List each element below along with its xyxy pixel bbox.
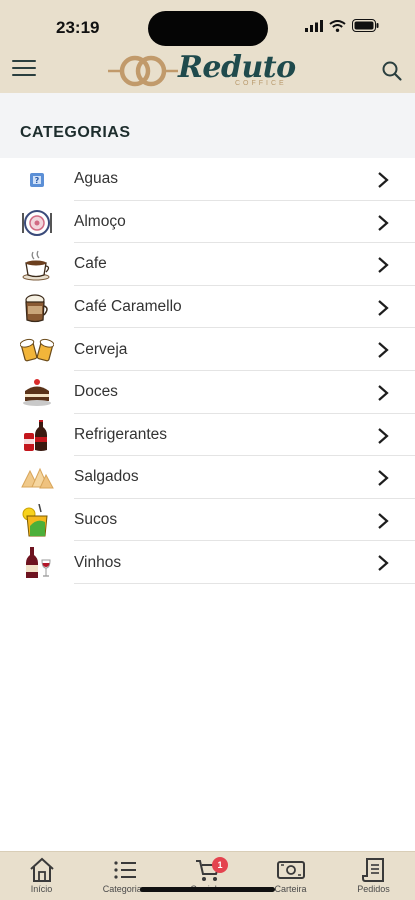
bottom-tab-bar: Início Categorias 1 Carrinho Carteira Pe… [0,851,415,900]
search-button[interactable] [381,60,403,82]
chevron-right-icon [378,385,389,401]
category-item-almoco[interactable]: Almoço [0,201,415,244]
chevron-right-icon [378,470,389,486]
category-item-refrigerantes[interactable]: Refrigerantes [0,414,415,457]
home-indicator [140,887,275,892]
category-item-cerveja[interactable]: Cerveja [0,328,415,371]
category-label: Cerveja [74,340,128,358]
list-icon [113,861,136,879]
coffee-cup-icon [20,248,54,282]
category-label: Aguas [74,170,118,188]
status-time: 23:19 [56,18,100,37]
divider [74,582,415,584]
cake-icon [20,376,54,410]
category-label: Almoço [74,212,126,230]
category-item-sucos[interactable]: Sucos [0,499,415,542]
category-item-doces[interactable]: Doces [0,371,415,414]
category-item-salgados[interactable]: Salgados [0,456,415,499]
signal-icon [305,19,323,32]
chevron-right-icon [378,299,389,316]
status-icons [305,19,379,32]
tab-label: Início [30,884,53,894]
wine-icon [20,546,54,580]
chevron-right-icon [378,214,389,231]
category-label: Doces [74,383,118,401]
section-title: CATEGORIAS [20,124,131,141]
category-label: Cafe [74,255,107,273]
section-header: CATEGORIAS [0,93,415,158]
tab-pedidos[interactable]: Pedidos [332,857,415,894]
tab-inicio[interactable]: Início [0,857,83,894]
receipt-icon [361,858,384,882]
category-item-aguas[interactable]: ? Aguas [0,158,415,201]
wifi-icon [329,19,346,32]
snack-icon [20,461,54,495]
status-bar: 23:19 [0,0,415,50]
battery-icon [352,19,379,32]
svg-text:?: ? [35,176,40,185]
category-item-cafe-caramello[interactable]: Café Caramello [0,286,415,329]
rings-icon [108,55,178,87]
caramel-coffee-icon [20,291,54,325]
chevron-right-icon [378,512,389,529]
chevron-right-icon [378,342,389,359]
chevron-right-icon [378,257,389,274]
tab-label: Pedidos [357,884,390,894]
category-label: Refrigerantes [74,425,168,443]
category-label: Café Caramello [74,298,182,316]
chevron-right-icon [378,555,389,572]
brand-logo: Reduto COFFICE [108,50,308,92]
chevron-right-icon [378,427,389,444]
menu-button[interactable] [12,60,36,80]
category-list: ? Aguas Almoço Cafe Café Caramello Cerve… [0,158,415,584]
cart-badge: 1 [212,857,228,873]
category-label: Sucos [74,511,118,529]
beer-icon [20,333,54,367]
category-label: Vinhos [74,553,122,571]
app-header: Reduto COFFICE [0,48,415,93]
wallet-icon [276,861,305,879]
chevron-right-icon [378,172,389,188]
category-item-cafe[interactable]: Cafe [0,243,415,286]
soda-icon [20,419,54,453]
app-header-background: 23:19 Reduto COFFICE [0,0,415,93]
home-icon [29,857,54,882]
dynamic-island [148,11,268,46]
water-icon: ? [20,163,54,197]
brand-subtitle: COFFICE [235,80,287,87]
category-label: Salgados [74,468,139,486]
category-item-vinhos[interactable]: Vinhos [0,541,415,584]
juice-icon [20,503,54,538]
search-icon [382,61,402,81]
menu-icon [12,60,36,62]
plate-icon [20,206,54,240]
